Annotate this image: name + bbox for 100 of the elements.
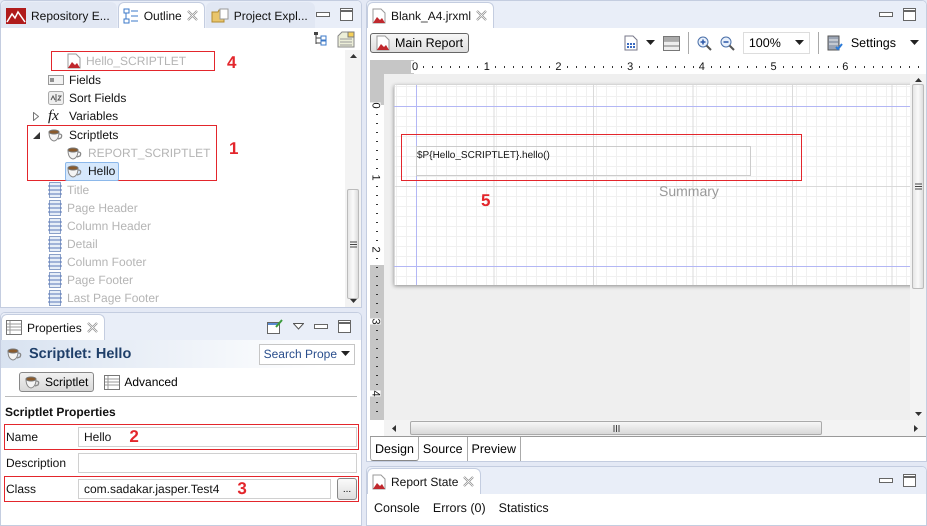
search-properties-dropdown[interactable]: Search Prope <box>258 344 355 364</box>
scrollbar[interactable] <box>384 420 926 436</box>
cup-icon <box>7 348 23 360</box>
expanded-icon[interactable] <box>33 132 40 138</box>
view-menu-icon[interactable] <box>293 323 304 330</box>
close-icon[interactable] <box>476 10 488 21</box>
ruler-number: 1 <box>482 61 491 73</box>
section-tab[interactable]: Advanced <box>98 372 184 392</box>
report-icon <box>372 474 386 490</box>
grip-icon[interactable] <box>350 240 356 248</box>
maximize-icon[interactable] <box>903 474 916 487</box>
caret-icon <box>341 351 350 357</box>
tree-item[interactable]: fx Variables <box>46 106 122 126</box>
grip-icon[interactable] <box>612 424 620 432</box>
output-tab[interactable]: Console <box>374 501 420 515</box>
properties-title: Scriptlet: Hello <box>29 346 132 362</box>
field-label: Description <box>6 456 68 470</box>
ruler-number: 6 <box>841 61 850 73</box>
minimize-icon[interactable] <box>316 10 330 18</box>
main-report-button[interactable]: Main Report <box>370 33 470 53</box>
text-field-element[interactable]: $P{Hello_SCRIPTLET}.hello() <box>416 146 751 176</box>
annotation-number: 5 <box>481 191 490 211</box>
cup-icon <box>48 128 64 142</box>
settings-dropdown[interactable]: Settings <box>850 36 923 50</box>
annotation-number: 4 <box>227 53 236 73</box>
maximize-icon[interactable] <box>340 8 353 21</box>
scrollbar[interactable] <box>345 50 361 307</box>
minimize-icon[interactable] <box>879 476 893 484</box>
text-field[interactable] <box>78 453 357 473</box>
annotation-number: 2 <box>129 427 139 447</box>
tree-item[interactable]: Sort Fields <box>46 88 130 108</box>
text-field[interactable]: Hello 2 <box>78 427 357 447</box>
parameter-icon <box>67 53 81 69</box>
ruler-number: 3 <box>370 318 381 325</box>
view-tab[interactable]: Outline <box>118 2 205 28</box>
maximize-icon[interactable] <box>338 320 351 333</box>
binary-document-icon[interactable] <box>624 35 638 51</box>
band-icon <box>48 272 62 288</box>
output-tab[interactable]: Statistics <box>498 501 549 515</box>
ruler-number: 0 <box>370 102 381 109</box>
fields-icon <box>48 75 64 85</box>
close-icon[interactable] <box>186 10 198 21</box>
band-icon <box>48 200 62 216</box>
view-tab[interactable]: Project Expl... <box>206 2 315 28</box>
editor-tab[interactable]: Blank_A4.jrxml <box>367 2 494 28</box>
folder-icon <box>210 8 229 24</box>
scroll-up-icon[interactable] <box>914 78 922 82</box>
band-icon <box>48 290 62 306</box>
ruler-number: 5 <box>770 61 778 73</box>
ruler-number: 2 <box>554 61 563 73</box>
text-field[interactable]: com.sadakar.jasper.Test4 3 <box>78 479 331 499</box>
grip-icon[interactable] <box>914 183 922 190</box>
minimize-icon[interactable] <box>879 10 893 18</box>
scroll-up-icon[interactable] <box>350 54 356 58</box>
outline-icon <box>122 8 139 24</box>
zoom-dropdown[interactable]: 100% <box>742 32 810 54</box>
close-icon[interactable] <box>463 476 474 487</box>
caret-icon <box>910 40 919 46</box>
section-tab[interactable]: Scriptlet <box>19 372 94 392</box>
tree-item[interactable]: Scriptlets <box>46 126 122 144</box>
band-icon <box>48 218 62 234</box>
editor-mode-tab[interactable]: Design <box>370 437 419 461</box>
caret-icon <box>646 40 655 46</box>
tree-icon[interactable] <box>314 32 327 46</box>
view-tab[interactable]: Report State <box>367 468 482 494</box>
band-icon <box>48 182 62 198</box>
band-label: Summary <box>659 183 719 199</box>
mountain-icon <box>6 8 26 24</box>
zoom-out-icon[interactable] <box>720 36 735 50</box>
minimize-icon[interactable] <box>314 322 328 330</box>
annotation-number: 3 <box>237 479 247 499</box>
view-tab[interactable]: Properties <box>1 314 105 340</box>
browse-button[interactable]: ... <box>337 478 357 500</box>
table-settings-icon[interactable] <box>337 30 355 48</box>
ruler-number: 4 <box>370 390 381 397</box>
close-icon[interactable] <box>86 322 98 333</box>
scroll-left-icon[interactable] <box>392 424 396 432</box>
table-icon <box>6 320 22 335</box>
tree-item[interactable]: Hello <box>65 162 120 180</box>
collapsed-icon[interactable] <box>33 112 39 120</box>
table-icon <box>104 374 120 390</box>
scrollbar[interactable] <box>910 74 926 420</box>
zoom-in-icon[interactable] <box>696 36 712 50</box>
maximize-icon[interactable] <box>903 8 916 21</box>
scroll-down-icon[interactable] <box>914 412 922 416</box>
band-icon <box>48 254 62 270</box>
cup-icon <box>67 164 83 178</box>
sort-icon <box>48 91 64 105</box>
ruler-number: 1 <box>370 174 381 181</box>
view-tab[interactable]: Repository E... <box>1 2 117 28</box>
report-icon <box>376 35 390 51</box>
list-icon[interactable] <box>662 36 680 50</box>
ruler-number: 3 <box>626 61 634 73</box>
scroll-right-icon[interactable] <box>914 424 918 432</box>
pin-icon[interactable] <box>267 319 283 334</box>
caret-icon <box>794 40 804 46</box>
server-icon[interactable] <box>826 35 843 51</box>
ruler-number: 4 <box>698 61 706 73</box>
output-tab[interactable]: Errors (0) <box>432 501 486 515</box>
tree-item[interactable]: Fields <box>46 70 106 90</box>
